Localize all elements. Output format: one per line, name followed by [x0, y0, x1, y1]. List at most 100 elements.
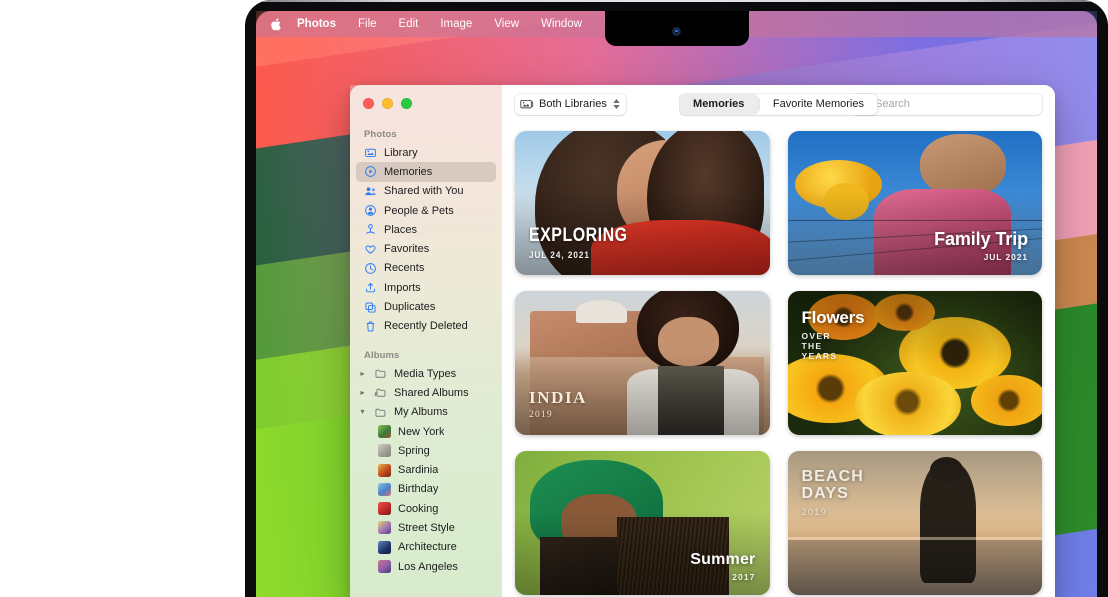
memory-card-summer[interactable]: Summer 2017	[515, 451, 770, 595]
sidebar-item-label: Favorites	[384, 243, 429, 255]
minimize-button[interactable]	[382, 98, 393, 109]
memory-title: EXPLORING	[529, 226, 628, 246]
sidebar-album-label: Architecture	[398, 541, 457, 553]
tab-memories[interactable]: Memories	[679, 94, 758, 115]
clock-icon	[364, 262, 377, 275]
sidebar-album-sardinia[interactable]: Sardinia	[356, 460, 496, 479]
library-icon	[364, 146, 377, 159]
sidebar-group-label: Shared Albums	[394, 387, 469, 399]
sidebar-item-favorites[interactable]: Favorites	[356, 239, 496, 258]
album-thumbnail	[378, 425, 391, 438]
sidebar-item-shared-with-you[interactable]: Shared with You	[356, 182, 496, 201]
memory-card-flowers[interactable]: Flowers OVER THE YEARS	[788, 291, 1043, 435]
sidebar-item-label: Recents	[384, 262, 424, 274]
sidebar-item-label: People & Pets	[384, 205, 454, 217]
memory-caption: INDIA 2019	[529, 389, 587, 421]
folder-icon	[374, 406, 387, 419]
library-picker-button[interactable]: Both Libraries	[515, 94, 626, 115]
sidebar-album-architecture[interactable]: Architecture	[356, 538, 496, 557]
memory-card-family-trip[interactable]: Family Trip JUL 2021	[788, 131, 1043, 275]
sidebar-album-label: Street Style	[398, 522, 455, 534]
sidebar-album-new-york[interactable]: New York	[356, 422, 496, 441]
sidebar-item-library[interactable]: Library	[356, 143, 496, 162]
sidebar-group-media-types[interactable]: ▸ Media Types	[356, 364, 496, 383]
sidebar-section-photos-title: Photos	[350, 123, 502, 143]
memory-card-exploring[interactable]: EXPLORING JUL 24, 2021	[515, 131, 770, 275]
chevron-up-down-icon[interactable]	[613, 99, 620, 109]
chevron-right-icon[interactable]: ▸	[358, 370, 367, 378]
people-pets-icon	[364, 204, 377, 217]
library-picker-label: Both Libraries	[539, 98, 607, 110]
zoom-button[interactable]	[401, 98, 412, 109]
memories-icon	[364, 165, 377, 178]
memory-subtitle: 2019	[529, 410, 587, 421]
sidebar-album-label: Spring	[398, 445, 430, 457]
main-content: Both Libraries Memories Favorite Memorie…	[502, 85, 1055, 597]
sidebar-item-label: Shared with You	[384, 185, 464, 197]
memory-caption: EXPLORING JUL 24, 2021	[529, 226, 646, 261]
sidebar-item-recents[interactable]: Recents	[356, 259, 496, 278]
memories-grid: EXPLORING JUL 24, 2021	[502, 123, 1055, 597]
toolbar: Both Libraries Memories Favorite Memorie…	[502, 85, 1055, 123]
trash-icon	[364, 320, 377, 333]
close-button[interactable]	[363, 98, 374, 109]
memory-title: BEACH DAYS	[802, 469, 813, 502]
menu-item-file[interactable]: File	[347, 11, 388, 37]
sidebar-item-label: Places	[384, 224, 417, 236]
memory-caption: BEACH DAYS 2019	[802, 469, 813, 480]
sidebar-album-street-style[interactable]: Street Style	[356, 518, 496, 537]
sidebar-album-birthday[interactable]: Birthday	[356, 480, 496, 499]
menu-item-window[interactable]: Window	[530, 11, 593, 37]
sidebar-item-recently-deleted[interactable]: Recently Deleted	[356, 317, 496, 336]
tab-favorite-memories[interactable]: Favorite Memories	[759, 94, 878, 115]
display-notch	[605, 11, 749, 46]
folder-icon	[374, 367, 387, 380]
sidebar: Photos Library Memories	[350, 85, 502, 597]
memory-title: INDIA	[529, 389, 587, 407]
album-thumbnail	[378, 541, 391, 554]
menu-item-edit[interactable]: Edit	[388, 11, 430, 37]
album-thumbnail	[378, 483, 391, 496]
menu-item-view[interactable]: View	[483, 11, 530, 37]
memory-title: Family Trip	[934, 230, 1028, 249]
apple-logo-icon[interactable]	[270, 17, 283, 32]
sidebar-album-spring[interactable]: Spring	[356, 441, 496, 460]
sidebar-item-label: Imports	[384, 282, 421, 294]
shared-folder-icon	[374, 386, 387, 399]
chevron-down-icon[interactable]: ▾	[358, 408, 367, 416]
window-controls[interactable]	[363, 98, 412, 109]
memory-card-beach-days[interactable]: BEACH DAYS 2019	[788, 451, 1043, 595]
sidebar-album-cooking[interactable]: Cooking	[356, 499, 496, 518]
sidebar-item-people-pets[interactable]: People & Pets	[356, 201, 496, 220]
sidebar-group-label: Media Types	[394, 368, 456, 380]
search-placeholder: Search	[875, 98, 910, 110]
sidebar-group-my-albums[interactable]: ▾ My Albums	[356, 403, 496, 422]
memory-subtitle: JUL 2021	[934, 252, 1028, 262]
memory-subtitle: JUL 24, 2021	[529, 250, 635, 261]
photos-window: Photos Library Memories	[350, 85, 1055, 597]
sidebar-item-duplicates[interactable]: Duplicates	[356, 297, 496, 316]
album-thumbnail	[378, 560, 391, 573]
sidebar-item-label: Duplicates	[384, 301, 435, 313]
shared-with-you-icon	[364, 185, 377, 198]
sidebar-item-label: Memories	[384, 166, 432, 178]
bezel-top-edge	[245, 0, 1108, 2]
menu-item-image[interactable]: Image	[429, 11, 483, 37]
sidebar-item-places[interactable]: Places	[356, 220, 496, 239]
camera-icon	[673, 28, 680, 35]
album-thumbnail	[378, 502, 391, 515]
memory-title: Summer	[690, 552, 755, 569]
sidebar-group-shared-albums[interactable]: ▸ Shared Albums	[356, 383, 496, 402]
sidebar-item-memories[interactable]: Memories	[356, 162, 496, 181]
menu-item-photos[interactable]: Photos	[286, 11, 347, 37]
search-field[interactable]: Search	[852, 94, 1042, 115]
chevron-right-icon[interactable]: ▸	[358, 389, 367, 397]
places-pin-icon	[364, 223, 377, 236]
memory-card-india[interactable]: INDIA 2019	[515, 291, 770, 435]
sidebar-item-imports[interactable]: Imports	[356, 278, 496, 297]
memories-segmented-control[interactable]: Memories Favorite Memories	[679, 94, 878, 115]
sidebar-item-label: Library	[384, 147, 418, 159]
sidebar-album-los-angeles[interactable]: Los Angeles	[356, 557, 496, 576]
memory-caption: Family Trip JUL 2021	[934, 230, 1028, 262]
memory-subtitle: 2019	[802, 507, 813, 518]
